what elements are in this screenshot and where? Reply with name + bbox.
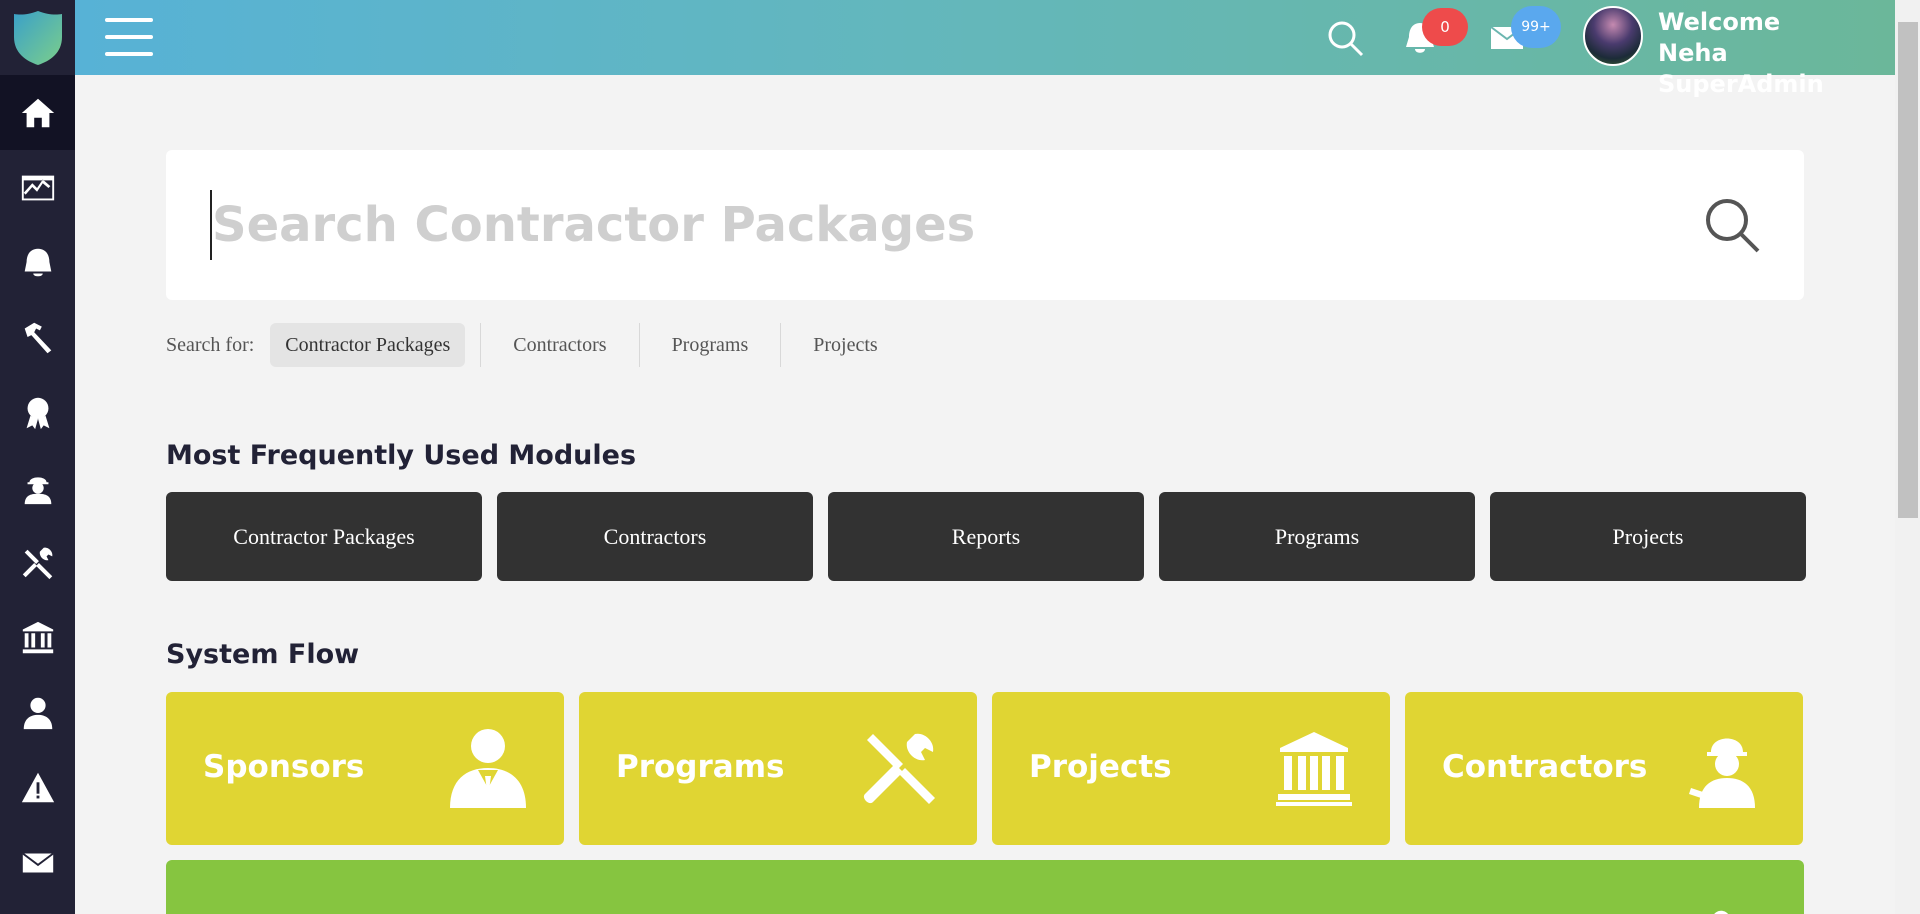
flow-card-programs[interactable]: Programs	[579, 692, 977, 845]
module-button-contractors[interactable]: Contractors	[497, 492, 813, 581]
sidebar-item-workers[interactable]	[0, 450, 75, 525]
tools-icon	[22, 547, 52, 579]
tools-icon	[863, 733, 935, 804]
flow-card-label: Programs	[616, 749, 785, 785]
topbar: 0 99+ Welcome Neha SuperAdmin	[75, 0, 1895, 98]
sidebar-item-projects[interactable]	[0, 600, 75, 675]
search-for-option-projects[interactable]: Projects	[781, 323, 909, 367]
warning-icon	[21, 772, 54, 802]
sidebar-item-dashboard[interactable]	[0, 150, 75, 225]
sponsor-user-icon	[23, 697, 52, 729]
message-count-badge[interactable]: 99+	[1511, 6, 1561, 48]
search-input[interactable]	[210, 190, 1610, 260]
search-for-option-programs[interactable]: Programs	[640, 323, 782, 367]
cloud-icon	[1714, 910, 1728, 914]
welcome-text[interactable]: Welcome Neha SuperAdmin	[1658, 7, 1895, 100]
sidebar-item-notifications[interactable]	[0, 225, 75, 300]
sidebar-item-awards[interactable]	[0, 375, 75, 450]
search-for-options: Search for: Contractor Packages Contract…	[166, 323, 910, 367]
search-icon[interactable]	[1702, 195, 1762, 255]
flow-card-contractors[interactable]: Contractors	[1405, 692, 1803, 845]
module-button-programs[interactable]: Programs	[1159, 492, 1475, 581]
sidebar	[0, 0, 75, 914]
system-flow-cards: Sponsors Programs Projects Contractors	[166, 692, 1803, 845]
modules-heading: Most Frequently Used Modules	[166, 440, 637, 471]
sidebar-item-hammer[interactable]	[0, 300, 75, 375]
notification-count-badge[interactable]: 0	[1422, 8, 1468, 46]
dashboard-chart-icon	[21, 175, 54, 200]
flow-card-label: Sponsors	[203, 749, 365, 785]
welcome-label: Welcome	[1658, 8, 1781, 36]
award-ribbon-icon	[26, 397, 49, 429]
flow-card-projects[interactable]: Projects	[992, 692, 1390, 845]
search-for-option-contractors[interactable]: Contractors	[481, 323, 640, 367]
envelope-icon	[21, 852, 54, 872]
flow-card-sponsors[interactable]: Sponsors	[166, 692, 564, 845]
search-for-label: Search for:	[166, 333, 255, 356]
bank-building-icon	[1276, 732, 1352, 806]
sidebar-item-alerts[interactable]	[0, 750, 75, 825]
module-button-reports[interactable]: Reports	[828, 492, 1144, 581]
search-box	[166, 150, 1804, 300]
search-for-option-contractor-packages[interactable]: Contractor Packages	[270, 323, 466, 367]
flow-card-label: Contractors	[1442, 749, 1648, 785]
hamburger-menu-icon[interactable]	[105, 18, 153, 56]
page-scrollbar-thumb[interactable]	[1898, 22, 1918, 518]
sidebar-item-home[interactable]	[0, 75, 75, 150]
worker-icon	[1689, 738, 1755, 808]
sidebar-item-sponsors[interactable]	[0, 675, 75, 750]
avatar[interactable]	[1583, 6, 1643, 66]
bell-icon	[24, 248, 51, 276]
sidebar-item-tools[interactable]	[0, 525, 75, 600]
user-name: Neha SuperAdmin	[1658, 39, 1824, 98]
sponsor-user-icon	[450, 729, 526, 808]
shield-logo-icon[interactable]	[0, 0, 75, 75]
hammer-icon	[24, 322, 51, 353]
worker-icon	[24, 476, 51, 504]
search-icon[interactable]	[1325, 18, 1365, 58]
flow-card-label: Projects	[1029, 749, 1172, 785]
flow-card-green[interactable]	[166, 860, 1804, 914]
modules-list: Contractor Packages Contractors Reports …	[166, 492, 1806, 581]
sidebar-item-messages[interactable]	[0, 825, 75, 900]
system-flow-heading: System Flow	[166, 639, 360, 670]
bank-building-icon	[22, 621, 53, 653]
module-button-projects[interactable]: Projects	[1490, 492, 1806, 581]
divider	[465, 323, 482, 367]
module-button-contractor-packages[interactable]: Contractor Packages	[166, 492, 482, 581]
home-icon	[21, 98, 54, 127]
